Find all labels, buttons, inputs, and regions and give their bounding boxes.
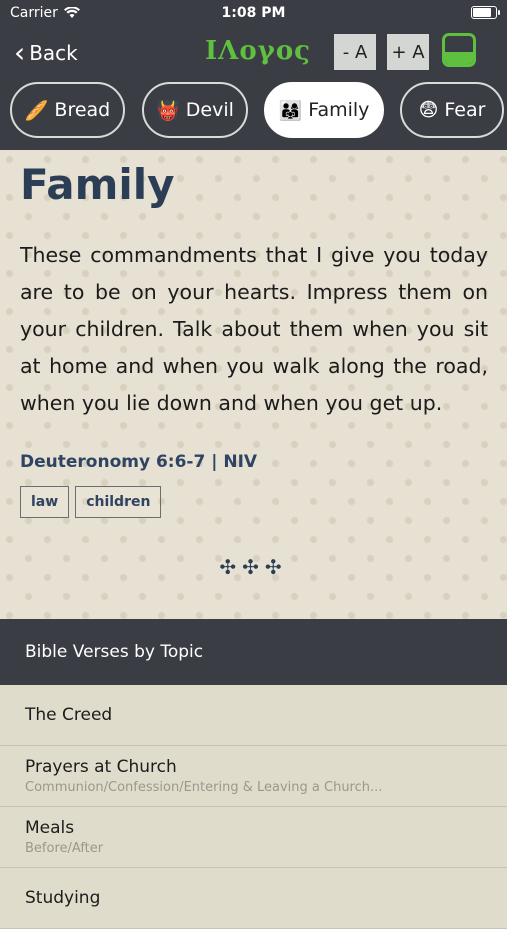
chip-label: Fear bbox=[444, 99, 486, 121]
chip-label: Family bbox=[308, 99, 370, 121]
decrease-font-button[interactable]: - A bbox=[334, 34, 376, 70]
app-logo: ΙΛογος bbox=[205, 36, 312, 66]
list-item[interactable]: The Creed bbox=[0, 685, 507, 746]
battery-icon bbox=[471, 6, 500, 19]
clock: 1:08 PM bbox=[221, 5, 286, 21]
devil-icon: 👹 bbox=[156, 99, 180, 122]
verse-title: Family bbox=[20, 160, 175, 209]
chip-label: Devil bbox=[185, 99, 234, 121]
list-item[interactable]: Studying bbox=[0, 868, 507, 929]
verse-text: These commandments that I give you today… bbox=[20, 243, 488, 415]
chevron-left-icon: ‹ bbox=[14, 36, 26, 69]
navigation-bar: ‹ Back ΙΛογος - A + A bbox=[0, 26, 507, 82]
theme-toggle-button[interactable] bbox=[442, 33, 476, 67]
chip-bread[interactable]: 🥖 Bread bbox=[10, 82, 125, 138]
list-item-title: Prayers at Church bbox=[25, 757, 177, 777]
chip-devil[interactable]: 👹 Devil bbox=[142, 82, 248, 138]
tag-list: law children bbox=[20, 486, 162, 518]
list-item-title: The Creed bbox=[25, 705, 113, 725]
list-item-subtitle: Communion/Confession/Entering & Leaving … bbox=[25, 780, 383, 795]
topic-list: The Creed Prayers at Church Communion/Co… bbox=[0, 685, 507, 929]
bread-icon: 🥖 bbox=[24, 99, 49, 122]
increase-font-button[interactable]: + A bbox=[387, 34, 429, 70]
cross-ornament-icon: ✣✣✣ bbox=[219, 555, 288, 579]
fear-icon: 😨 bbox=[418, 99, 439, 121]
chip-fear[interactable]: 😨 Fear bbox=[400, 82, 504, 138]
back-button[interactable]: ‹ Back bbox=[14, 39, 78, 67]
tag-law[interactable]: law bbox=[20, 486, 70, 518]
status-bar: Carrier 1:08 PM bbox=[0, 0, 507, 26]
verse-reference[interactable]: Deuteronomy 6:6-7 | NIV bbox=[20, 452, 257, 472]
list-item[interactable]: Prayers at Church Communion/Confession/E… bbox=[0, 746, 507, 807]
chip-family[interactable]: 👨‍👩‍👧 Family bbox=[264, 82, 384, 138]
topic-chip-bar: 🥖 Bread 👹 Devil 👨‍👩‍👧 Family 😨 Fear bbox=[0, 82, 507, 150]
tag-children[interactable]: children bbox=[75, 486, 162, 518]
list-item[interactable]: Meals Before/After bbox=[0, 807, 507, 868]
back-label: Back bbox=[29, 41, 78, 65]
list-item-title: Studying bbox=[25, 888, 101, 908]
list-item-subtitle: Before/After bbox=[25, 841, 104, 856]
family-icon: 👨‍👩‍👧 bbox=[278, 99, 303, 122]
chip-label: Bread bbox=[54, 99, 111, 121]
list-item-title: Meals bbox=[25, 818, 75, 838]
section-header: Bible Verses by Topic bbox=[0, 619, 507, 685]
verse-card: Family These commandments that I give yo… bbox=[0, 150, 507, 619]
